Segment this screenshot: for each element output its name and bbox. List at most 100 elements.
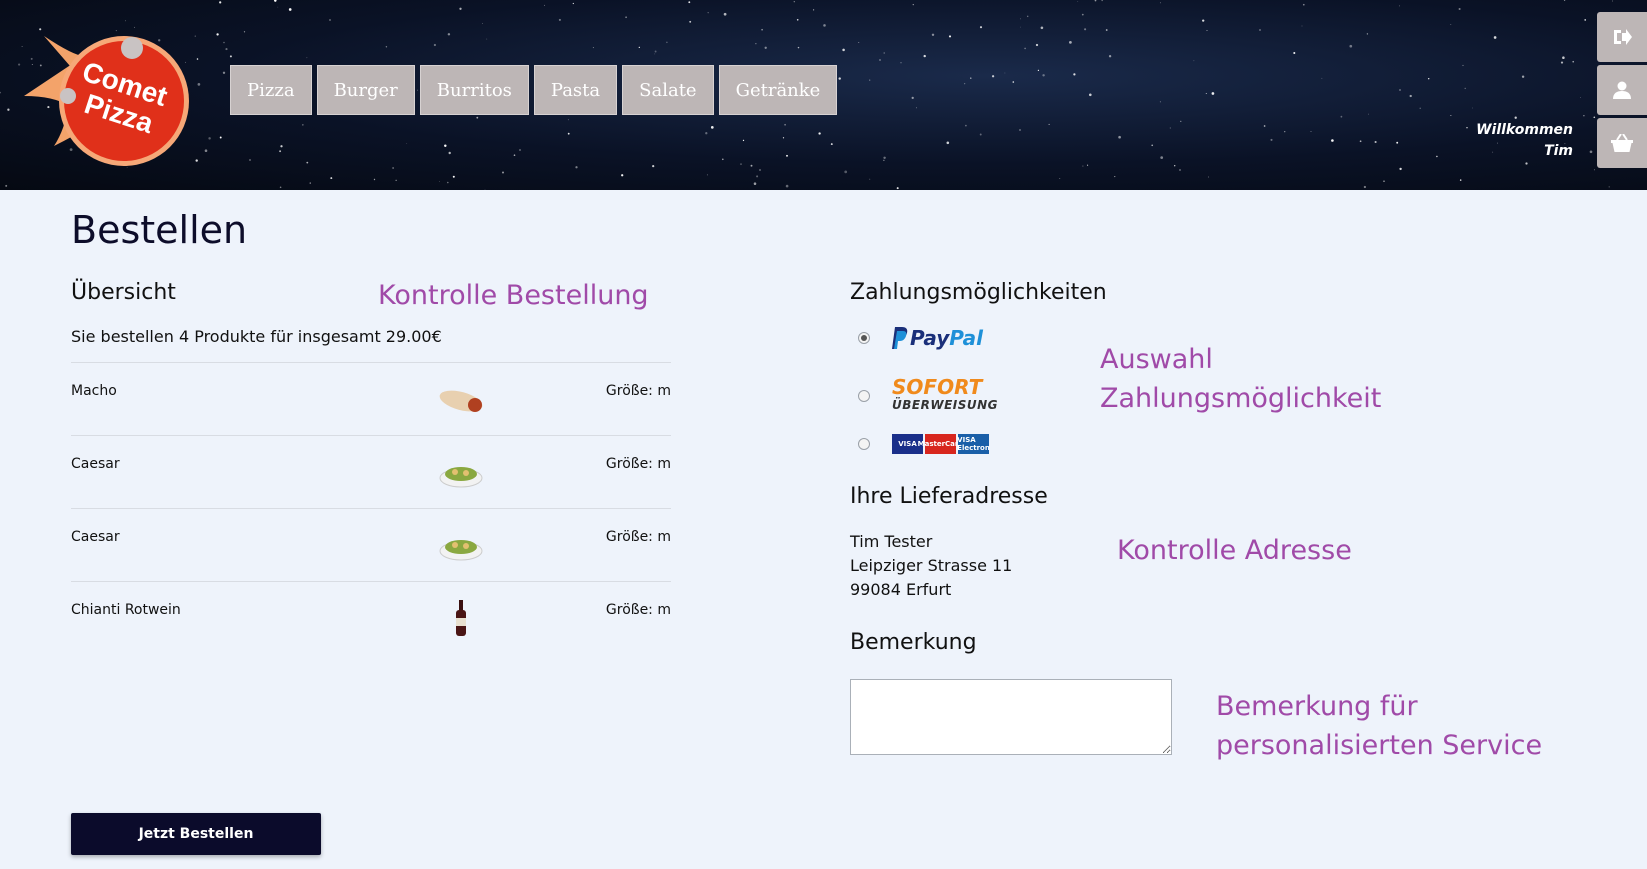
star: [842, 48, 845, 52]
star: [723, 12, 727, 16]
star: [288, 8, 292, 11]
star: [970, 77, 972, 79]
salad-image: [439, 467, 483, 488]
credit-cards-logo: VISA MasterCard VISA Electron: [892, 434, 990, 454]
star: [753, 182, 757, 185]
order-item-row: Caesar Größe: m: [71, 435, 671, 508]
star: [785, 184, 789, 188]
star: [447, 181, 449, 184]
star: [459, 7, 462, 10]
star: [274, 0, 277, 2]
star: [1270, 138, 1273, 141]
payment-option-paypal[interactable]: PayPal: [858, 326, 983, 350]
star: [572, 2, 574, 5]
star: [1472, 107, 1473, 109]
cart-button[interactable]: [1597, 118, 1647, 168]
star: [1459, 179, 1462, 181]
payment-heading: Zahlungsmöglichkeiten: [850, 280, 1107, 305]
star: [761, 28, 763, 31]
star: [1593, 169, 1596, 171]
star: [309, 182, 311, 184]
paypal-logo: PayPal: [910, 326, 983, 350]
star: [1409, 94, 1412, 98]
star: [796, 18, 799, 21]
star: [447, 33, 451, 36]
main-nav: Pizza Burger Burritos Pasta Salate Geträ…: [230, 65, 838, 115]
star: [1359, 140, 1362, 143]
star: [979, 133, 982, 136]
star: [1293, 51, 1296, 55]
star: [444, 144, 447, 147]
star: [1151, 144, 1154, 147]
nav-item-burger[interactable]: Burger: [316, 65, 415, 115]
star: [330, 177, 333, 180]
star: [1349, 44, 1353, 48]
payment-radio-sofort[interactable]: [858, 390, 870, 402]
star: [567, 132, 570, 135]
nav-item-getraenke[interactable]: Getränke: [718, 65, 838, 115]
nav-item-pasta[interactable]: Pasta: [533, 65, 618, 115]
nav-item-salate[interactable]: Salate: [622, 65, 714, 115]
star: [784, 123, 786, 126]
remark-textarea[interactable]: [850, 679, 1172, 755]
star: [1159, 2, 1161, 4]
star: [279, 186, 282, 189]
star: [392, 167, 394, 169]
item-name: Caesar: [71, 529, 120, 545]
star: [900, 62, 902, 64]
star: [1019, 26, 1021, 28]
star: [896, 187, 899, 190]
order-summary: Sie bestellen 4 Produkte für insgesamt 2…: [71, 327, 442, 346]
star: [1160, 156, 1164, 159]
annotation-remark-line1: Bemerkung für: [1216, 691, 1418, 722]
star: [1084, 28, 1087, 31]
star: [433, 43, 437, 47]
payment-option-cards[interactable]: VISA MasterCard VISA Electron: [858, 434, 990, 454]
nav-item-burritos[interactable]: Burritos: [419, 65, 529, 115]
logout-button[interactable]: [1597, 12, 1647, 62]
star: [764, 46, 767, 49]
annotation-payment: Auswahl Zahlungsmöglichkeit: [1100, 340, 1381, 418]
star: [1399, 5, 1400, 7]
star: [406, 142, 408, 144]
payment-option-sofort[interactable]: SOFORT ÜBERWEISUNG: [858, 377, 999, 414]
star: [243, 31, 246, 33]
star: [1525, 162, 1528, 165]
order-now-button[interactable]: Jetzt Bestellen: [71, 813, 321, 855]
star: [666, 41, 668, 44]
comet-pizza-logo[interactable]: Comet Pizza: [14, 16, 194, 166]
star: [229, 55, 232, 58]
star: [1589, 150, 1593, 154]
address-city: 99084 Erfurt: [850, 580, 952, 599]
star: [567, 119, 569, 121]
payment-radio-paypal[interactable]: [858, 332, 870, 344]
star: [7, 108, 10, 111]
star: [1202, 19, 1205, 22]
sofort-logo-b: ÜBERWEISUNG: [892, 398, 999, 412]
star: [1206, 29, 1208, 31]
star: [1020, 18, 1021, 20]
star: [196, 58, 199, 60]
star: [1205, 92, 1207, 95]
star: [222, 71, 226, 74]
profile-button[interactable]: [1597, 65, 1647, 115]
star: [395, 179, 397, 181]
star: [1321, 77, 1323, 79]
annotation-remark: Bemerkung für personalisierten Service: [1216, 687, 1542, 765]
star: [1367, 113, 1369, 115]
star: [755, 43, 757, 45]
star: [476, 116, 479, 119]
order-item-row: Caesar Größe: m: [71, 508, 671, 581]
star: [1340, 115, 1343, 118]
star: [1059, 178, 1061, 179]
star: [1208, 176, 1209, 178]
star: [1040, 26, 1044, 30]
payment-radio-cards[interactable]: [858, 438, 870, 450]
star: [883, 159, 885, 161]
nav-item-pizza[interactable]: Pizza: [230, 65, 312, 115]
paypal-icon: [892, 327, 908, 349]
star: [706, 174, 708, 176]
order-items-list: Macho Größe: m Caesar Größe: m Caesar Gr…: [71, 362, 671, 654]
visa-electron-icon: VISA Electron: [957, 434, 990, 454]
star: [502, 171, 504, 174]
